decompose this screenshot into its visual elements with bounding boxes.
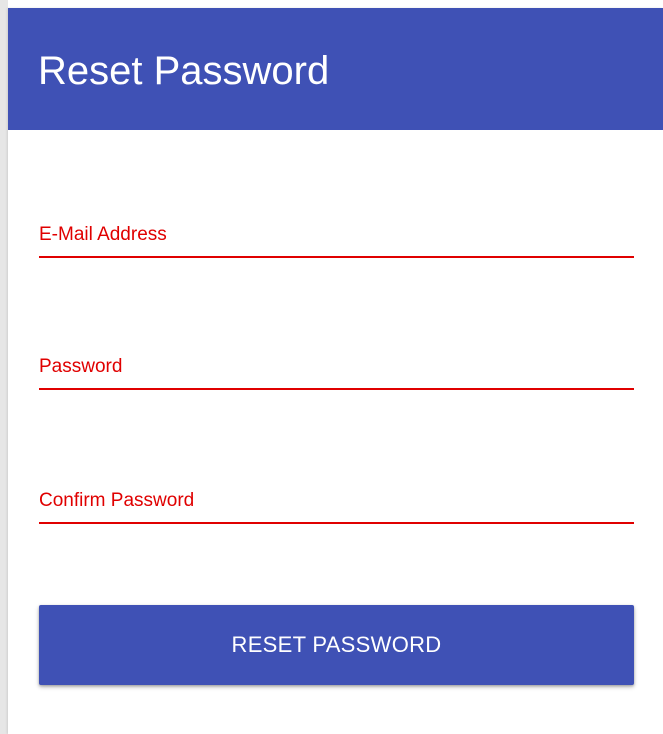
password-field[interactable] bbox=[39, 358, 634, 388]
card-header: Reset Password bbox=[8, 8, 663, 130]
reset-password-button[interactable]: RESET PASSWORD bbox=[39, 605, 634, 685]
confirm-password-field-group: Confirm Password bbox=[39, 468, 634, 524]
password-field-group: Password bbox=[39, 334, 634, 390]
email-field-underline bbox=[39, 256, 634, 258]
password-field-underline bbox=[39, 388, 634, 390]
reset-password-card: Reset Password E-Mail Address Password C… bbox=[8, 8, 663, 734]
email-field[interactable] bbox=[39, 226, 634, 256]
page-background-edge bbox=[0, 0, 8, 734]
page-title: Reset Password bbox=[38, 49, 330, 93]
confirm-password-field[interactable] bbox=[39, 492, 634, 522]
email-field-group: E-Mail Address bbox=[39, 202, 634, 258]
confirm-password-field-underline bbox=[39, 522, 634, 524]
